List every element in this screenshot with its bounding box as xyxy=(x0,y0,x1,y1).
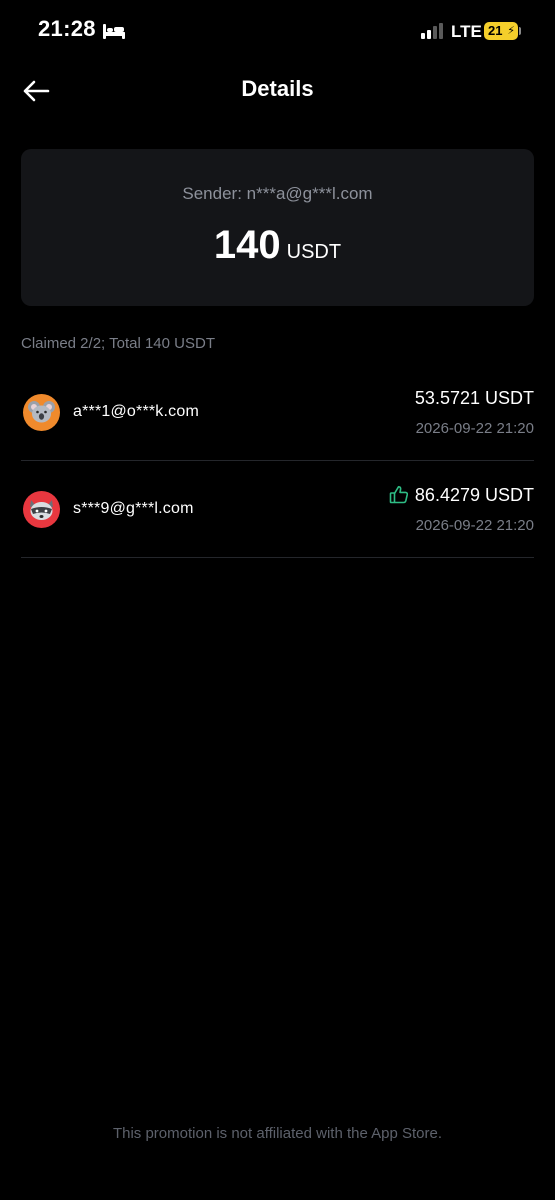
claim-amount: 53.5721 USDT xyxy=(414,388,534,408)
cellular-signal-icon xyxy=(420,22,446,40)
claim-amount-best: 86.4279 USDT xyxy=(389,485,534,509)
summary-card: Sender: n***a@g***l.com 140 USDT xyxy=(21,149,534,306)
list-item: a***1@o***k.com 53.5721 USDT 2026-09-22 … xyxy=(21,364,534,461)
network-type: LTE xyxy=(451,22,482,41)
status-time: 21:28 xyxy=(38,16,96,41)
avatar xyxy=(23,394,60,431)
battery-tip xyxy=(519,27,521,35)
claim-list: a***1@o***k.com 53.5721 USDT 2026-09-22 … xyxy=(21,364,534,558)
bed-icon xyxy=(102,22,126,40)
charging-bolt-icon: ⚡ xyxy=(507,25,515,37)
status-bar: 21:28 LTE 21 ⚡ xyxy=(0,0,555,64)
claimer-email: a***1@o***k.com xyxy=(73,403,199,420)
sender-line: Sender: n***a@g***l.com xyxy=(182,184,373,203)
nav-bar: Details xyxy=(0,64,555,116)
claim-amount: 86.4279 USDT xyxy=(414,485,534,505)
claimed-summary: Claimed 2/2; Total 140 USDT xyxy=(21,335,215,352)
battery-indicator: 21 ⚡ xyxy=(484,22,518,40)
claim-time: 2026-09-22 21:20 xyxy=(415,517,534,534)
total-amount-value: 140 xyxy=(213,223,281,267)
battery-level: 21 xyxy=(488,23,503,38)
page-title: Details xyxy=(241,76,314,101)
avatar xyxy=(23,491,60,528)
claimer-email: s***9@g***l.com xyxy=(73,500,194,517)
thumbs-up-icon xyxy=(389,485,409,509)
list-item: s***9@g***l.com 86.4279 USDT 2026-09-22 … xyxy=(21,461,534,558)
claim-time: 2026-09-22 21:20 xyxy=(415,420,534,437)
total-amount-unit: USDT xyxy=(286,241,342,263)
footer-disclaimer: This promotion is not affiliated with th… xyxy=(112,1125,443,1142)
total-amount: 140 USDT xyxy=(21,223,534,268)
